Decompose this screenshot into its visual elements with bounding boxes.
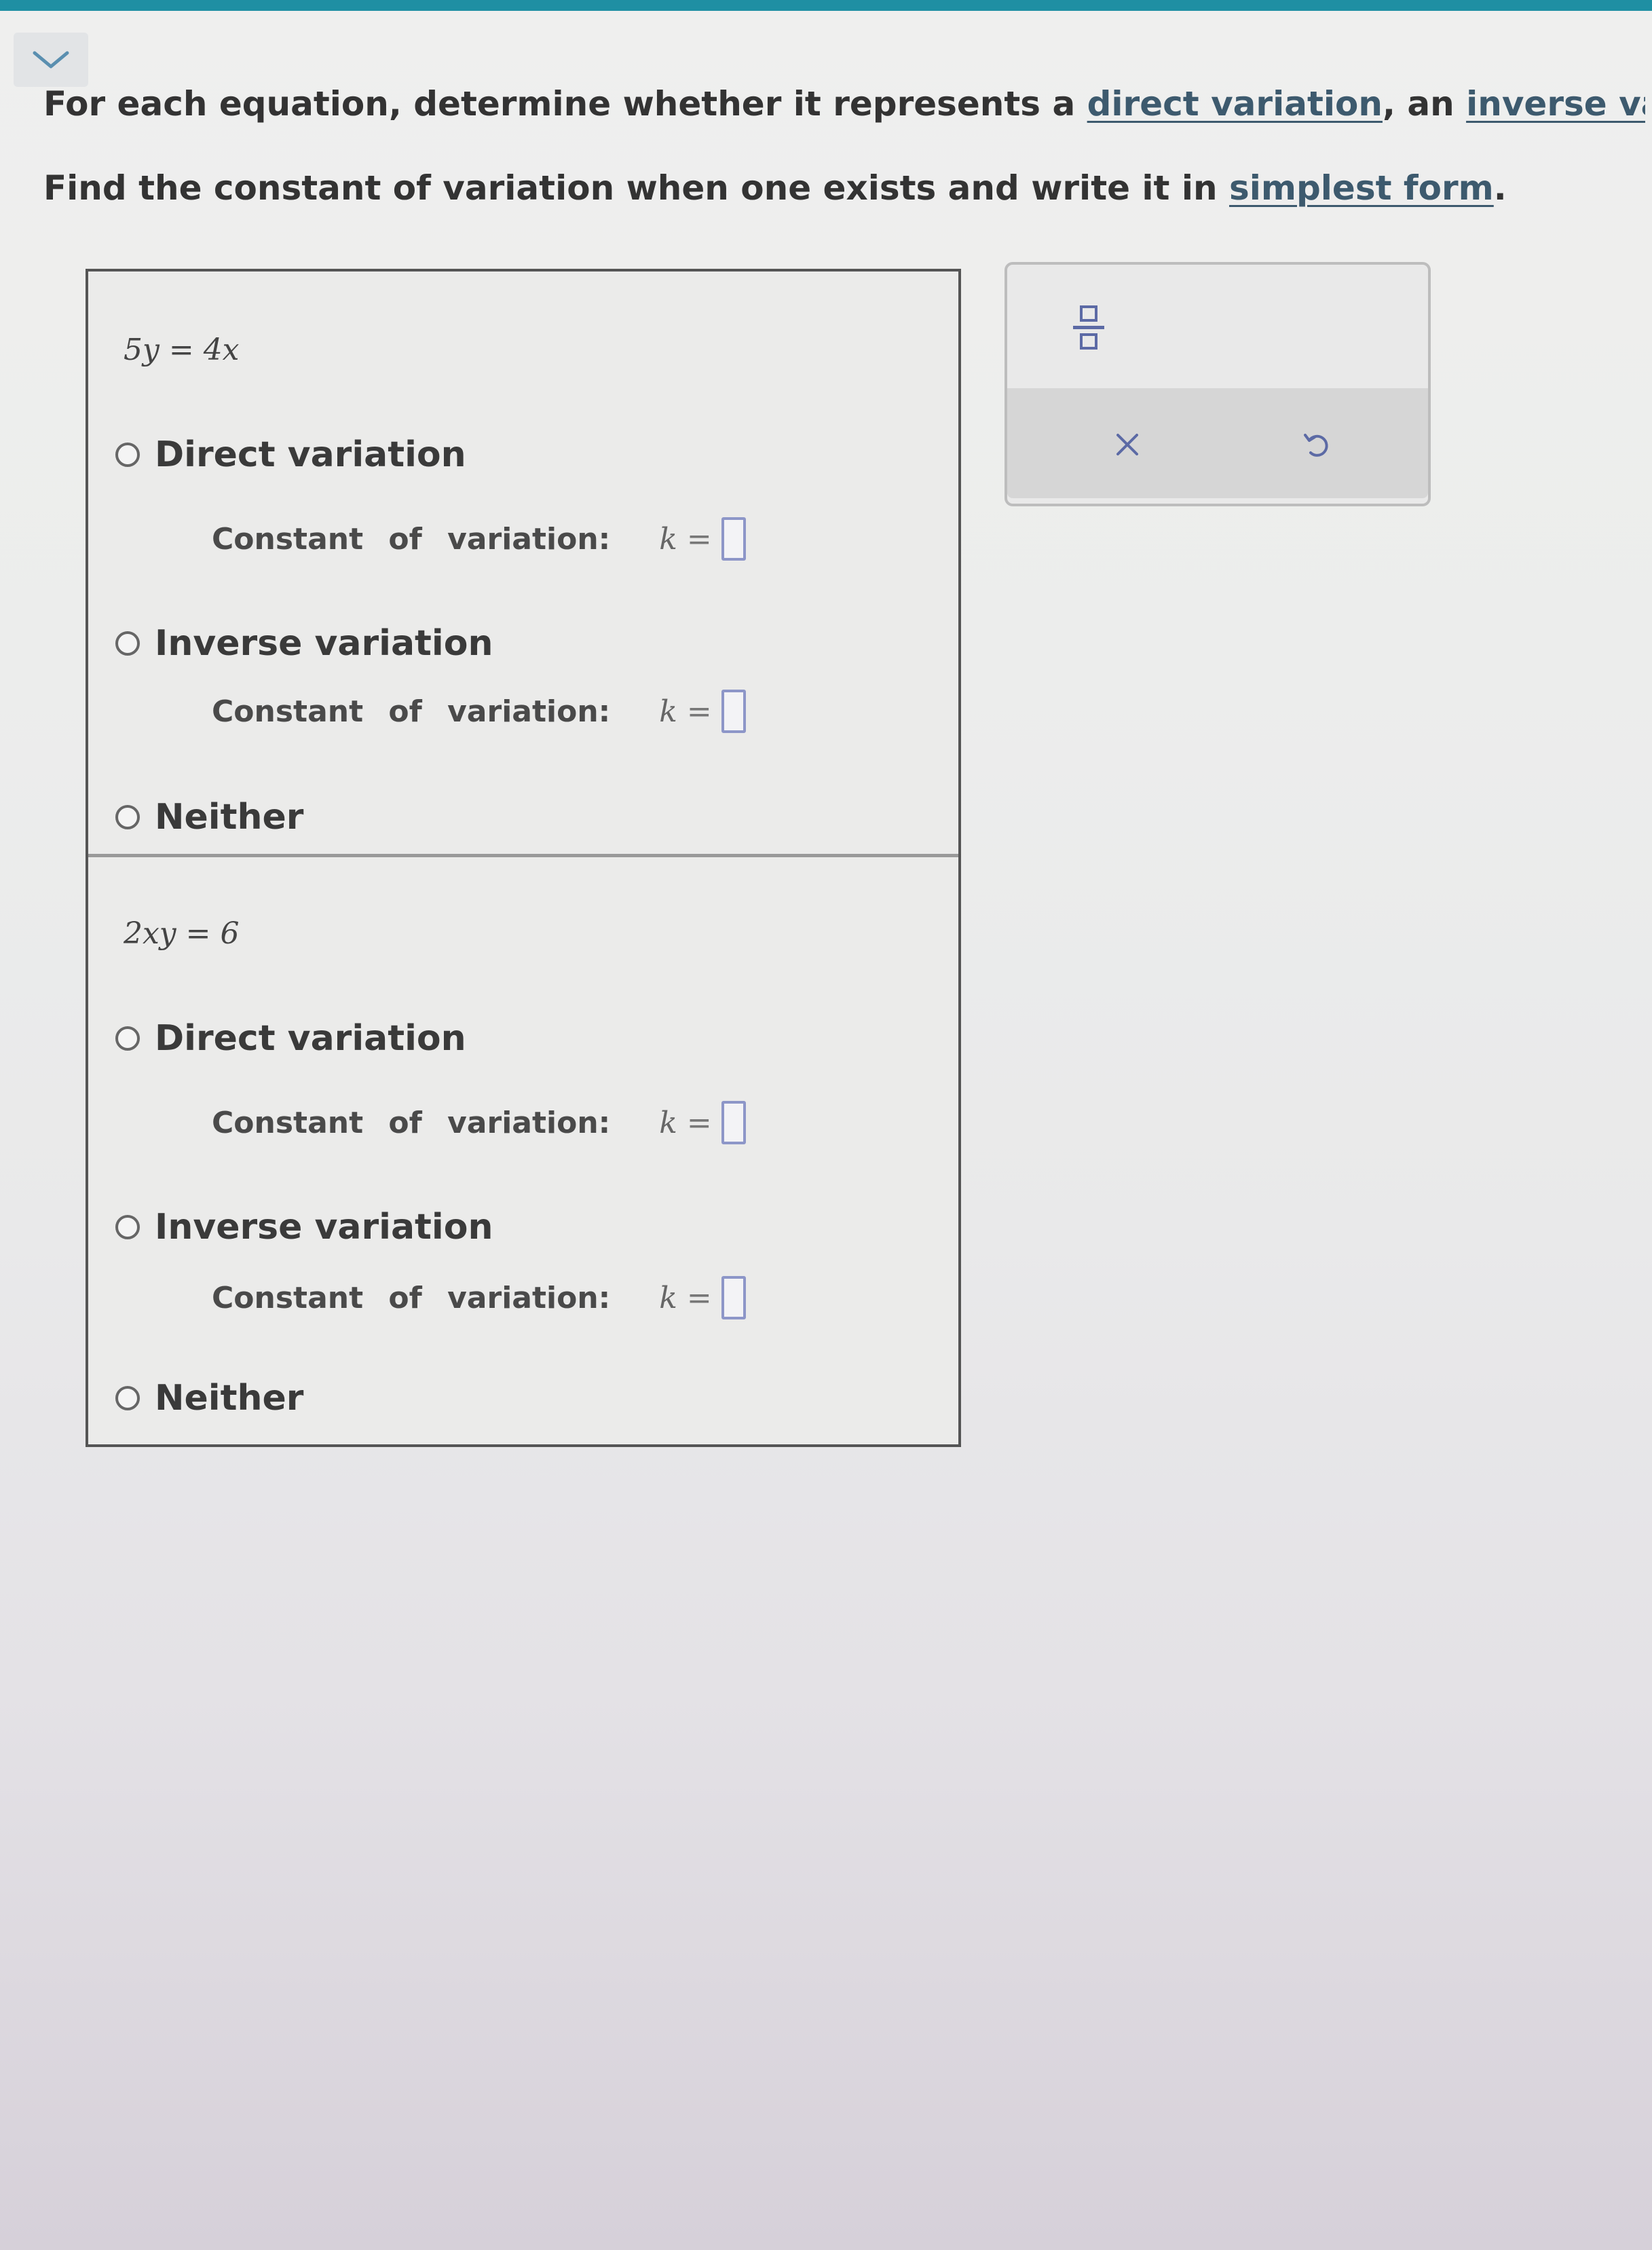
option-neither-1[interactable]: Neither bbox=[115, 797, 303, 838]
constant-label: Constant of variation: bbox=[212, 521, 611, 557]
instructions-line-1: For each equation, determine whether it … bbox=[43, 84, 1645, 124]
collapse-button[interactable] bbox=[14, 33, 88, 87]
radio-button[interactable] bbox=[115, 1026, 140, 1051]
math-tool-panel bbox=[1005, 262, 1431, 506]
option-label: Direct variation bbox=[155, 434, 466, 475]
option-neither-2[interactable]: Neither bbox=[115, 1378, 303, 1419]
k-variable: k bbox=[659, 1105, 677, 1140]
fraction-button[interactable] bbox=[1068, 293, 1109, 361]
constant-input-inverse-1[interactable] bbox=[721, 690, 746, 733]
constant-input-direct-1[interactable] bbox=[721, 517, 746, 561]
direct-variation-link[interactable]: direct variation bbox=[1087, 84, 1383, 124]
option-inverse-variation-1[interactable]: Inverse variation bbox=[115, 623, 493, 664]
option-label: Neither bbox=[155, 1378, 304, 1419]
option-label: Inverse variation bbox=[155, 623, 493, 664]
k-variable: k bbox=[659, 521, 677, 557]
instructions-text: For each equation, determine whether it … bbox=[43, 84, 1087, 124]
instructions-text: . bbox=[1493, 168, 1507, 208]
k-variable: k bbox=[659, 1280, 677, 1315]
option-label: Direct variation bbox=[155, 1018, 466, 1059]
fraction-icon bbox=[1073, 305, 1104, 350]
k-variable: k bbox=[659, 694, 677, 729]
top-bar bbox=[0, 0, 1652, 11]
option-label: Neither bbox=[155, 797, 304, 838]
chevron-down-icon bbox=[33, 51, 69, 69]
question-panel: 5y = 4x Direct variation Constant of var… bbox=[86, 269, 961, 1447]
clear-button[interactable] bbox=[1097, 414, 1158, 475]
constant-row-direct-2: Constant of variation: k = bbox=[212, 1101, 746, 1144]
constant-row-inverse-1: Constant of variation: k = bbox=[212, 690, 746, 733]
close-icon bbox=[1116, 434, 1138, 455]
tool-actions bbox=[1007, 388, 1428, 498]
radio-button[interactable] bbox=[115, 805, 140, 829]
option-inverse-variation-2[interactable]: Inverse variation bbox=[115, 1207, 493, 1248]
equals-sign: = bbox=[686, 1280, 712, 1315]
instructions-text: , an bbox=[1382, 84, 1467, 124]
constant-input-direct-2[interactable] bbox=[721, 1101, 746, 1144]
instructions-text: Find the constant of variation when one … bbox=[43, 168, 1229, 208]
option-label: Inverse variation bbox=[155, 1207, 493, 1248]
constant-row-direct-1: Constant of variation: k = bbox=[212, 517, 746, 561]
radio-button[interactable] bbox=[115, 631, 140, 656]
constant-label: Constant of variation: bbox=[212, 1105, 611, 1140]
simplest-form-link[interactable]: simplest form bbox=[1229, 168, 1494, 208]
inverse-variation-link[interactable]: inverse variati bbox=[1466, 84, 1645, 124]
equals-sign: = bbox=[686, 521, 712, 557]
radio-button[interactable] bbox=[115, 443, 140, 467]
question-divider bbox=[88, 854, 958, 857]
constant-label: Constant of variation: bbox=[212, 694, 611, 729]
equals-sign: = bbox=[686, 1105, 712, 1140]
undo-icon bbox=[1304, 434, 1328, 457]
equation-1: 5y = 4x bbox=[124, 333, 240, 367]
undo-button[interactable] bbox=[1285, 414, 1347, 475]
equation-2: 2xy = 6 bbox=[124, 916, 240, 951]
radio-button[interactable] bbox=[115, 1215, 140, 1239]
constant-input-inverse-2[interactable] bbox=[721, 1276, 746, 1319]
equals-sign: = bbox=[686, 694, 712, 729]
radio-button[interactable] bbox=[115, 1386, 140, 1410]
option-direct-variation-2[interactable]: Direct variation bbox=[115, 1018, 466, 1059]
option-direct-variation-1[interactable]: Direct variation bbox=[115, 434, 466, 475]
constant-row-inverse-2: Constant of variation: k = bbox=[212, 1276, 746, 1319]
instructions-line-2: Find the constant of variation when one … bbox=[43, 168, 1507, 208]
constant-label: Constant of variation: bbox=[212, 1280, 611, 1315]
